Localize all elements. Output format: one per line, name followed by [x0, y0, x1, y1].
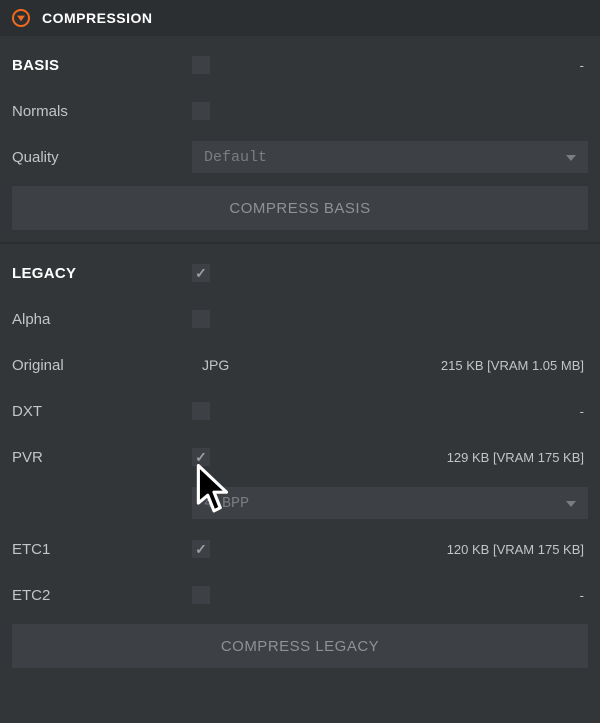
basis-section: BASIS - Normals Quality Default [0, 36, 600, 242]
dxt-label: DXT [12, 403, 182, 420]
etc1-checkbox[interactable] [192, 540, 210, 558]
compress-legacy-button[interactable]: COMPRESS LEGACY [12, 624, 588, 668]
alpha-label: Alpha [12, 311, 182, 328]
pvr-row: PVR 129 KB [VRAM 175 KB] [12, 434, 588, 480]
quality-select[interactable]: Default [192, 141, 588, 173]
original-format: JPG [202, 357, 282, 373]
alpha-checkbox[interactable] [192, 310, 210, 328]
basis-info: - [320, 58, 588, 73]
compression-panel: COMPRESSION BASIS - Normals Quality Defa… [0, 0, 600, 680]
dxt-checkbox[interactable] [192, 402, 210, 420]
pvr-info: 129 KB [VRAM 175 KB] [320, 450, 588, 465]
compress-basis-button[interactable]: COMPRESS BASIS [12, 186, 588, 230]
dxt-row: DXT - [12, 388, 588, 434]
pvr-label: PVR [12, 449, 182, 466]
chevron-down-icon [566, 149, 576, 166]
etc1-info: 120 KB [VRAM 175 KB] [320, 542, 588, 557]
collapse-icon [12, 9, 30, 27]
panel-title: COMPRESSION [42, 10, 153, 26]
alpha-row: Alpha [12, 296, 588, 342]
etc2-info: - [320, 588, 588, 603]
panel-header[interactable]: COMPRESSION [0, 0, 600, 36]
normals-checkbox[interactable] [192, 102, 210, 120]
normals-row: Normals [12, 88, 588, 134]
original-label: Original [12, 357, 182, 374]
etc2-label: ETC2 [12, 587, 182, 604]
original-row: Original JPG 215 KB [VRAM 1.05 MB] [12, 342, 588, 388]
basis-row: BASIS - [12, 42, 588, 88]
pvr-select-row: 4 BPP [12, 480, 588, 526]
chevron-down-icon [566, 495, 576, 512]
pvr-select[interactable]: 4 BPP [192, 487, 588, 519]
basis-checkbox[interactable] [192, 56, 210, 74]
quality-row: Quality Default [12, 134, 588, 180]
normals-label: Normals [12, 103, 182, 120]
pvr-select-value: 4 BPP [204, 495, 249, 512]
etc1-row: ETC1 120 KB [VRAM 175 KB] [12, 526, 588, 572]
legacy-section: LEGACY Alpha Original JPG 215 KB [VRAM 1… [0, 242, 600, 680]
original-info: 215 KB [VRAM 1.05 MB] [292, 358, 588, 373]
basis-heading: BASIS [12, 57, 182, 74]
etc2-row: ETC2 - [12, 572, 588, 618]
etc2-checkbox[interactable] [192, 586, 210, 604]
pvr-checkbox[interactable] [192, 448, 210, 466]
legacy-checkbox[interactable] [192, 264, 210, 282]
etc1-label: ETC1 [12, 541, 182, 558]
dxt-info: - [320, 404, 588, 419]
legacy-row: LEGACY [12, 250, 588, 296]
quality-label: Quality [12, 149, 182, 166]
quality-select-value: Default [204, 149, 267, 166]
legacy-heading: LEGACY [12, 265, 182, 282]
